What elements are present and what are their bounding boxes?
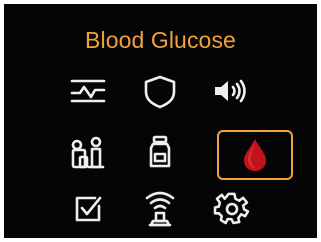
menu-item-blood-glucose[interactable] bbox=[217, 130, 293, 180]
menu-title: Blood Glucose bbox=[85, 27, 236, 53]
user-group-icon bbox=[71, 136, 105, 169]
menu-item-settings[interactable] bbox=[194, 184, 270, 234]
blood-drop-icon bbox=[244, 139, 266, 171]
insulin-vial-icon bbox=[149, 135, 171, 168]
gear-icon bbox=[213, 192, 250, 225]
menu-item-insulin[interactable] bbox=[122, 127, 198, 177]
menu-item-sound[interactable] bbox=[194, 66, 270, 116]
checkbox-icon bbox=[75, 196, 102, 222]
menu-item-trend[interactable] bbox=[50, 66, 126, 116]
speaker-volume-icon bbox=[215, 79, 246, 103]
menu-item-connectivity[interactable] bbox=[122, 184, 198, 234]
wireless-transmitter-icon bbox=[145, 191, 175, 227]
menu-item-users[interactable] bbox=[50, 127, 126, 177]
trend-graph-icon bbox=[70, 79, 106, 103]
device-screen: Blood Glucose bbox=[4, 4, 317, 238]
shield-icon bbox=[144, 75, 176, 109]
menu-item-confirm[interactable] bbox=[50, 184, 126, 234]
menu-item-security[interactable] bbox=[122, 66, 198, 116]
